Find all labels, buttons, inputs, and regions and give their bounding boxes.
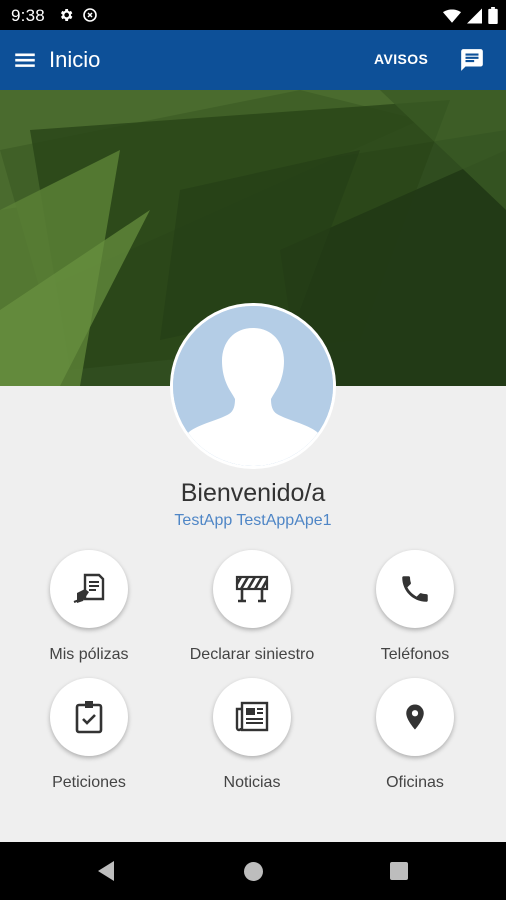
avatar[interactable] [170,303,336,469]
peticiones-label: Peticiones [52,774,126,791]
wifi-icon [443,8,461,23]
status-right-icons [443,7,498,24]
oficinas-button[interactable]: Oficinas [330,678,500,798]
road-barrier-icon [235,575,269,603]
noticias-label: Noticias [223,774,281,791]
data-saver-icon [83,8,97,22]
peticiones-button[interactable]: Peticiones [4,678,174,798]
mis-polizas-label: Mis pólizas [49,646,129,663]
noticias-circle[interactable] [213,678,291,756]
menu-icon[interactable] [12,47,38,73]
status-left-icons [58,7,98,23]
recents-icon[interactable] [390,862,408,880]
status-bar: 9:38 [0,0,506,30]
oficinas-label: Oficinas [386,774,444,791]
telefonos-circle[interactable] [376,550,454,628]
status-time: 9:38 [11,6,45,25]
back-icon[interactable] [96,860,116,882]
welcome-heading: Bienvenido/a [180,479,326,507]
system-nav-bar [0,842,506,900]
policy-document-icon [73,573,105,604]
signal-icon [467,8,482,23]
declarar-siniestro-button[interactable]: Declarar siniestro [167,550,337,670]
mis-polizas-button[interactable]: Mis pólizas [4,550,174,670]
declarar-siniestro-circle[interactable] [213,550,291,628]
mis-polizas-circle[interactable] [50,550,128,628]
noticias-button[interactable]: Noticias [167,678,337,798]
username-label: TestApp TestAppApe1 [174,512,332,529]
clipboard-check-icon [75,701,103,734]
telefonos-label: Teléfonos [380,646,450,663]
newspaper-icon [235,701,269,732]
battery-icon [488,7,498,24]
user-silhouette-icon [173,306,333,466]
peticiones-circle[interactable] [50,678,128,756]
location-pin-icon [406,704,424,730]
declarar-siniestro-label: Declarar siniestro [189,646,315,663]
page-title: Inicio [49,47,101,72]
avisos-button[interactable]: AVISOS [374,51,428,67]
oficinas-circle[interactable] [376,678,454,756]
settings-icon [60,9,73,21]
home-icon[interactable] [244,862,263,881]
phone-icon [402,576,428,602]
telefonos-button[interactable]: Teléfonos [330,550,500,670]
app-bar: Inicio AVISOS [0,30,506,90]
chat-icon[interactable] [459,47,485,73]
